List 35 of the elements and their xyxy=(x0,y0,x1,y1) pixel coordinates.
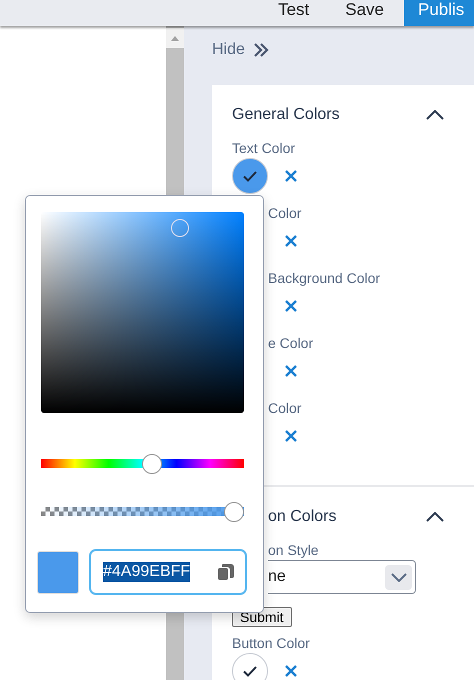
publish-button[interactable]: Publis xyxy=(404,0,474,26)
toolbar-button[interactable]: Save xyxy=(327,0,402,26)
section-title: General Colors xyxy=(232,106,340,124)
field-label: Background Color xyxy=(268,270,380,286)
collapse-icon[interactable] xyxy=(426,110,444,120)
slider-thumb[interactable] xyxy=(142,454,162,474)
field-label: Text Color xyxy=(232,140,296,156)
slider-thumb[interactable] xyxy=(224,502,244,522)
close-icon[interactable] xyxy=(284,169,298,183)
field-label: Button Color xyxy=(232,635,310,651)
field-label: Color xyxy=(268,400,302,416)
field-label: on Style xyxy=(268,542,319,558)
color-swatch[interactable] xyxy=(232,653,268,680)
hue-slider[interactable] xyxy=(41,453,244,475)
opacity-slider[interactable] xyxy=(41,501,244,523)
style-dropdown[interactable]: ne xyxy=(268,560,416,594)
chevron-down-icon[interactable] xyxy=(390,572,406,582)
copy-icon[interactable] xyxy=(217,563,235,581)
close-icon[interactable] xyxy=(284,364,298,378)
collapse-icon[interactable] xyxy=(426,512,444,522)
close-icon[interactable] xyxy=(284,234,298,248)
scroll-up-icon[interactable] xyxy=(171,36,179,40)
saturation-area[interactable] xyxy=(41,212,244,413)
color-swatch[interactable] xyxy=(232,158,268,194)
double-chevron-icon[interactable] xyxy=(252,42,269,58)
picker-handle[interactable] xyxy=(171,218,190,237)
hide-link[interactable]: Hide xyxy=(212,41,245,59)
hex-input[interactable]: #4A99EBFF xyxy=(89,549,247,595)
close-icon[interactable] xyxy=(284,299,298,313)
close-icon[interactable] xyxy=(284,664,298,678)
toolbar-button[interactable]: Test xyxy=(260,0,328,26)
section-title: on Colors xyxy=(268,508,336,526)
field-label: e Color xyxy=(268,335,314,351)
close-icon[interactable] xyxy=(284,429,298,443)
field-label: Color xyxy=(268,205,302,221)
